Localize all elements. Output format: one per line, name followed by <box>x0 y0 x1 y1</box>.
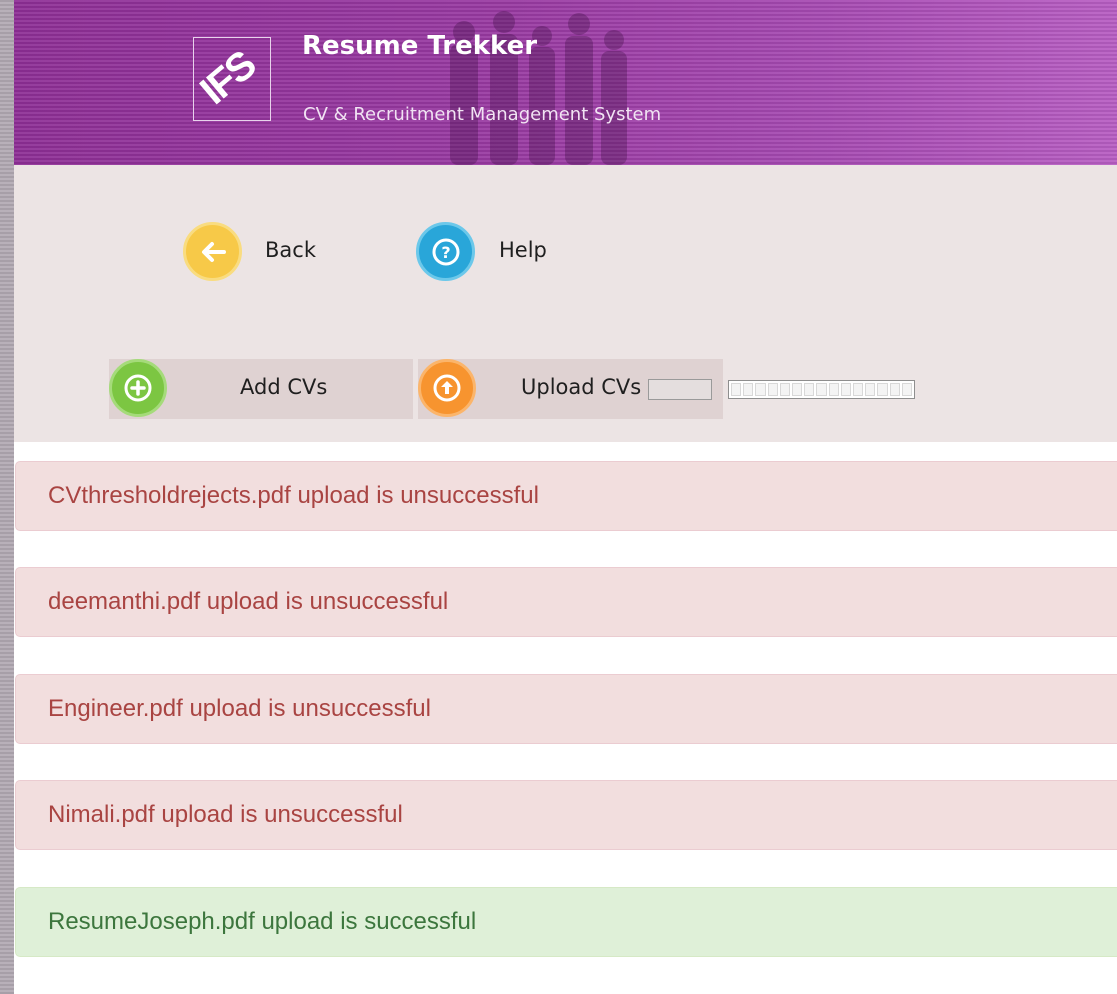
upload-cvs-label: Upload CVs <box>521 375 642 399</box>
question-icon: ? <box>432 238 459 265</box>
ifs-logo: IFS <box>193 37 271 121</box>
app-title: Resume Trekker <box>302 31 538 61</box>
plus-icon <box>124 374 152 402</box>
arrow-left-icon <box>201 241 226 262</box>
help-button[interactable]: ? <box>416 222 475 281</box>
upload-message: Nimali.pdf upload is unsuccessful <box>15 780 1117 850</box>
back-label[interactable]: Back <box>265 238 316 262</box>
app-header: IFS Resume Trekker CV & Recruitment Mana… <box>14 0 1117 165</box>
upload-cvs-circle <box>418 359 476 417</box>
upload-message: CVthresholdrejects.pdf upload is unsucce… <box>15 461 1117 531</box>
add-cvs-circle <box>109 359 167 417</box>
toolbar-panel: Back ? Help Add CVs Upload CVs <box>14 165 1117 442</box>
upload-message: ResumeJoseph.pdf upload is successful <box>15 887 1117 957</box>
upload-message: Engineer.pdf upload is unsuccessful <box>15 674 1117 744</box>
file-select-input[interactable] <box>648 379 712 400</box>
logo-text: IFS <box>193 43 264 114</box>
back-button[interactable] <box>183 222 242 281</box>
upload-arrow-icon <box>433 374 461 402</box>
help-label[interactable]: Help <box>499 238 547 262</box>
window-left-border <box>0 0 14 994</box>
add-cvs-button[interactable]: Add CVs <box>109 359 413 419</box>
svg-text:?: ? <box>441 243 450 262</box>
upload-message: deemanthi.pdf upload is unsuccessful <box>15 567 1117 637</box>
upload-progress-bar <box>728 380 915 399</box>
app-subtitle: CV & Recruitment Management System <box>303 104 662 125</box>
add-cvs-label: Add CVs <box>240 375 328 399</box>
